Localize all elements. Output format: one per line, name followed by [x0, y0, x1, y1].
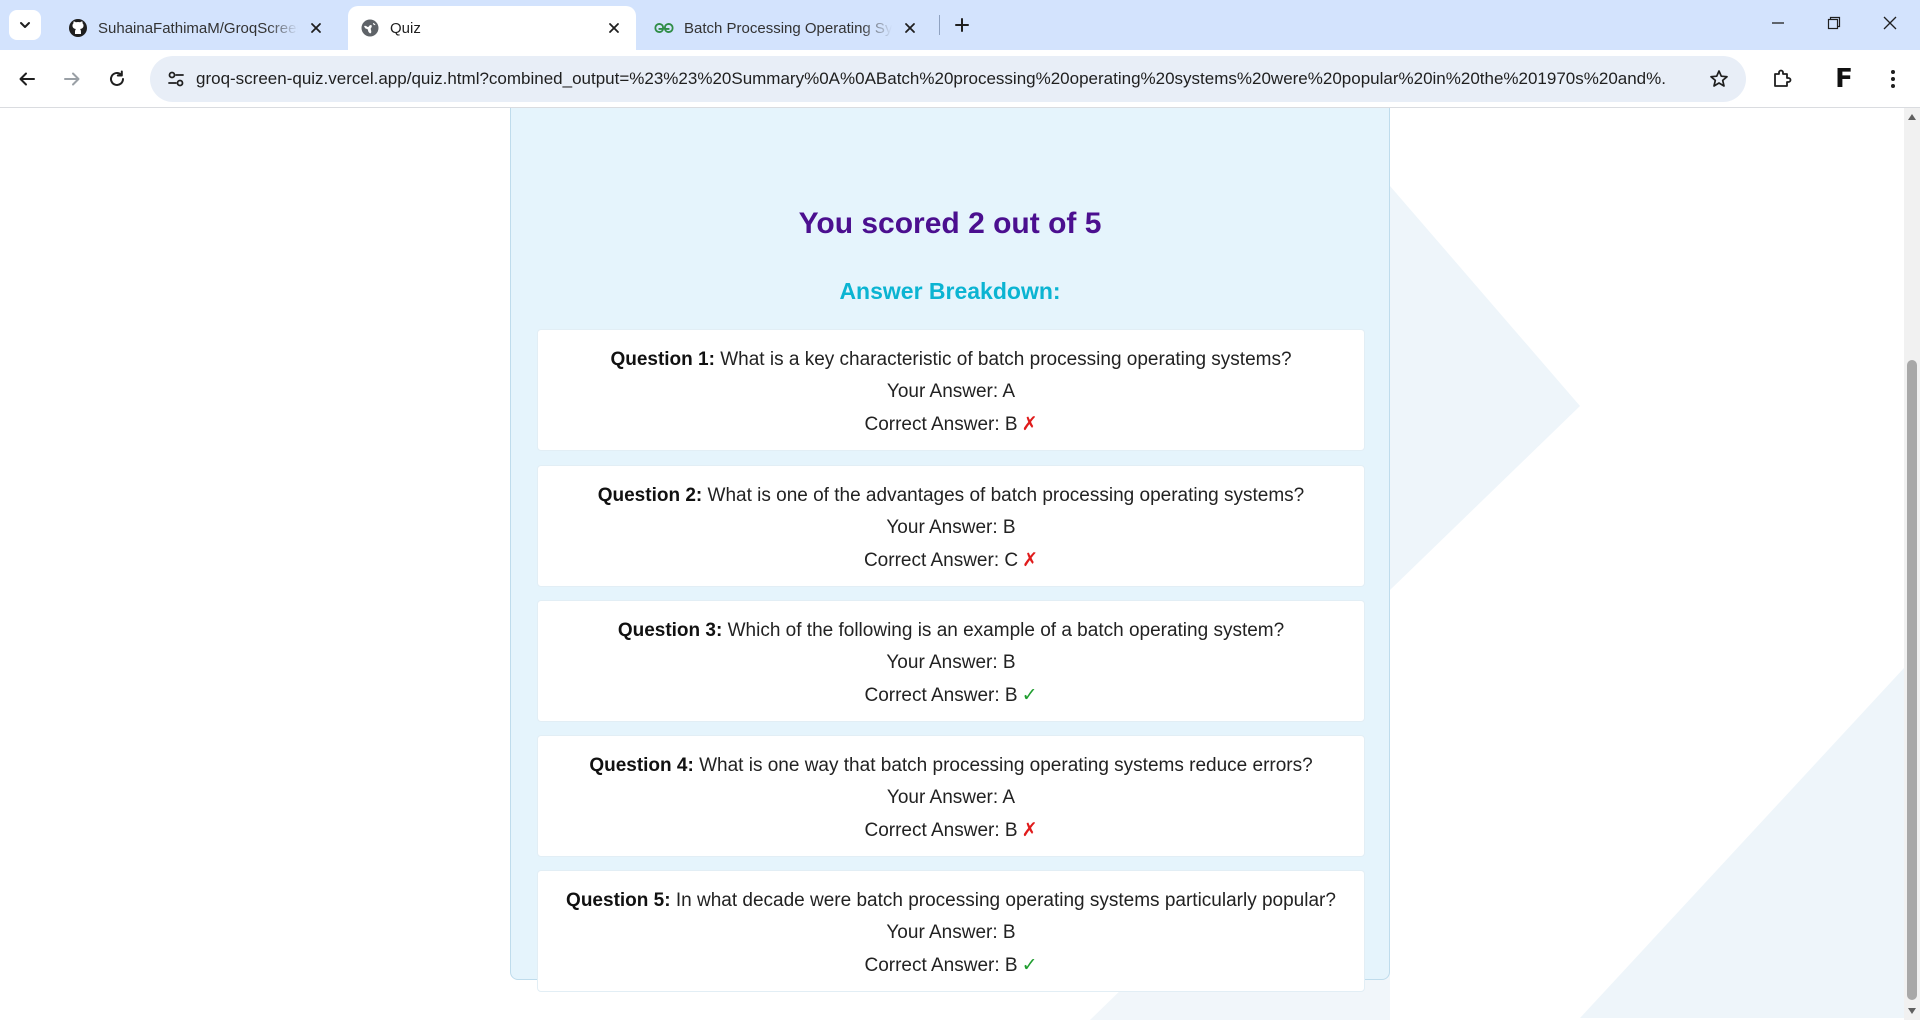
score-heading: You scored 2 out of 5 — [798, 207, 1102, 240]
tab-title: SuhainaFathimaM/GroqScreen-Quiz — [98, 19, 298, 37]
your-answer-label: Your Answer: — [886, 787, 999, 808]
triangle-down-icon — [1908, 1008, 1916, 1014]
scrollbar-thumb[interactable] — [1907, 360, 1917, 1000]
question-label: Question 4: — [589, 755, 694, 776]
question-result: Question 4: What is one way that batch p… — [537, 735, 1365, 857]
star-icon — [1710, 70, 1728, 87]
triangle-up-icon — [1908, 114, 1916, 120]
globe-icon — [360, 18, 380, 38]
question-label: Question 5: — [566, 890, 671, 911]
bg-shape — [1390, 186, 1580, 590]
check-mark-icon: ✓ — [1021, 684, 1038, 706]
your-answer-value: B — [1002, 652, 1016, 673]
close-icon[interactable] — [306, 18, 326, 38]
more-vertical-icon — [1891, 70, 1895, 88]
reload-button[interactable] — [100, 62, 134, 96]
correct-answer-value: C — [1004, 550, 1019, 571]
your-answer-value: A — [1002, 787, 1016, 808]
back-button[interactable] — [10, 62, 44, 96]
tab-search-button[interactable] — [9, 10, 41, 40]
correct-answer-value: B — [1004, 685, 1018, 706]
arrow-left-icon — [19, 72, 35, 86]
puzzle-icon — [1774, 69, 1792, 87]
tab-strip: SuhainaFathimaM/GroqScreen-Quiz Quiz Bat… — [0, 0, 1920, 50]
bg-shape — [1580, 668, 1904, 1018]
your-answer-label: Your Answer: — [886, 381, 999, 402]
tab-title: Quiz — [390, 19, 421, 37]
address-bar[interactable]: groq-screen-quiz.vercel.app/quiz.html?co… — [150, 56, 1746, 102]
question-text: In what decade were batch processing ope… — [675, 890, 1336, 911]
plus-icon — [955, 18, 969, 32]
cross-mark-icon: ✗ — [1021, 413, 1038, 435]
url-path: /quiz.html?combined_output=%23%23%20Summ… — [406, 69, 1666, 88]
close-window-button[interactable] — [1862, 0, 1918, 46]
url-text[interactable]: groq-screen-quiz.vercel.app/quiz.html?co… — [196, 69, 1666, 89]
geeksforgeeks-icon — [654, 18, 674, 38]
answer-breakdown-heading: Answer Breakdown: — [839, 278, 1061, 304]
correct-answer-value: B — [1004, 414, 1018, 435]
browser-menu-button[interactable] — [1876, 62, 1910, 96]
correct-answer-label: Correct Answer: — [864, 414, 1000, 435]
minimize-icon — [1772, 22, 1784, 24]
restore-button[interactable] — [1806, 0, 1862, 46]
question-result: Question 1: What is a key characteristic… — [537, 329, 1365, 451]
correct-answer-label: Correct Answer: — [864, 955, 1000, 976]
question-label: Question 3: — [617, 620, 723, 641]
question-text: What is one way that batch processing op… — [699, 755, 1313, 776]
correct-answer-value: B — [1004, 955, 1018, 976]
new-tab-button[interactable] — [948, 11, 976, 39]
extensions-button[interactable] — [1765, 62, 1799, 96]
tab-title: Batch Processing Operating Systems — [684, 19, 892, 37]
cross-mark-icon: ✗ — [1022, 549, 1039, 571]
page-viewport: You scored 2 out of 5 Answer Breakdown: … — [0, 108, 1904, 1020]
your-answer-label: Your Answer: — [886, 517, 998, 538]
question-result: Question 2: What is one of the advantage… — [537, 465, 1365, 587]
tab-github[interactable]: SuhainaFathimaM/GroqScreen-Quiz — [56, 6, 338, 50]
your-answer-value: A — [1002, 381, 1016, 402]
tune-icon — [168, 71, 184, 87]
close-icon[interactable] — [604, 18, 624, 38]
correct-answer-label: Correct Answer: — [864, 820, 1000, 841]
arrow-right-icon — [64, 72, 80, 86]
question-text: Which of the following is an example of … — [727, 620, 1285, 641]
scroll-up-button[interactable] — [1904, 110, 1920, 124]
tab-quiz[interactable]: Quiz — [348, 6, 636, 50]
your-answer-label: Your Answer: — [886, 652, 998, 673]
question-result: Question 5: In what decade were batch pr… — [537, 870, 1365, 992]
chevron-down-icon — [20, 22, 30, 28]
site-info-button[interactable] — [160, 63, 192, 95]
correct-answer-value: B — [1004, 820, 1018, 841]
quiz-result-card: You scored 2 out of 5 Answer Breakdown: … — [510, 108, 1390, 992]
profile-avatar[interactable]: F — [1826, 61, 1862, 97]
cross-mark-icon: ✗ — [1021, 819, 1038, 841]
question-label: Question 1: — [610, 349, 715, 370]
minimize-button[interactable] — [1750, 0, 1806, 46]
github-icon — [68, 18, 88, 38]
forward-button[interactable] — [55, 62, 89, 96]
question-text: What is a key characteristic of batch pr… — [720, 349, 1292, 370]
browser-toolbar: groq-screen-quiz.vercel.app/quiz.html?co… — [0, 50, 1920, 108]
check-mark-icon: ✓ — [1021, 954, 1038, 976]
your-answer-value: B — [1002, 517, 1016, 538]
correct-answer-label: Correct Answer: — [864, 685, 1000, 706]
bookmark-button[interactable] — [1704, 64, 1734, 94]
vertical-scrollbar[interactable] — [1904, 108, 1920, 1020]
reload-icon — [110, 70, 124, 86]
your-answer-value: B — [1002, 922, 1016, 943]
close-icon[interactable] — [900, 18, 920, 38]
your-answer-label: Your Answer: — [886, 922, 998, 943]
tab-batch-processing[interactable]: Batch Processing Operating Systems — [642, 6, 932, 50]
tab-separator — [939, 15, 940, 35]
url-host: groq-screen-quiz.vercel.app — [196, 69, 407, 88]
question-text: What is one of the advantages of batch p… — [707, 485, 1305, 506]
close-icon — [1883, 16, 1897, 30]
restore-icon — [1827, 16, 1841, 30]
correct-answer-label: Correct Answer: — [863, 550, 1000, 571]
question-result: Question 3: Which of the following is an… — [537, 600, 1365, 722]
scroll-down-button[interactable] — [1904, 1004, 1920, 1018]
question-label: Question 2: — [597, 485, 703, 506]
